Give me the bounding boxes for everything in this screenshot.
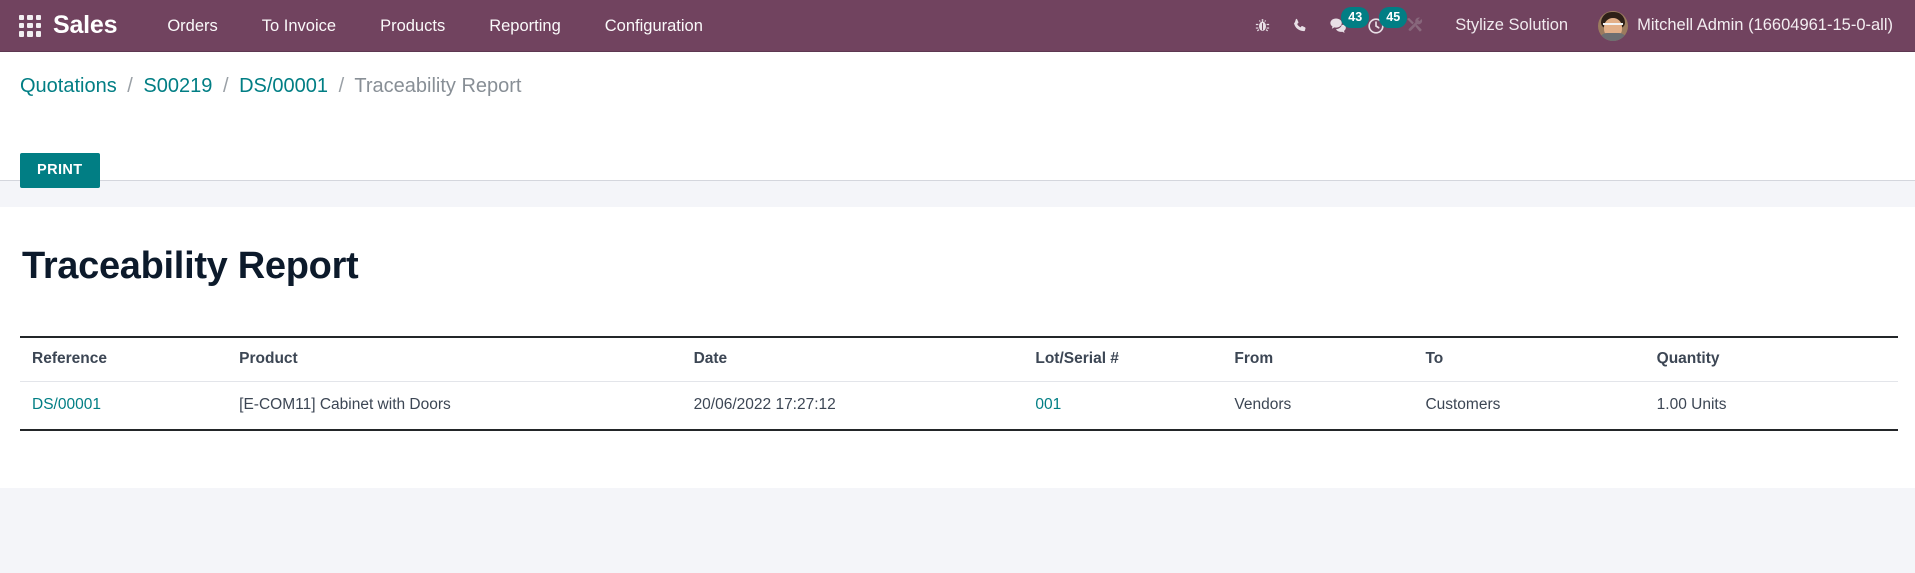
breadcrumb-separator: / — [127, 75, 133, 97]
breadcrumb-item-traceability-report: Traceability Report — [354, 75, 522, 97]
lot-serial-link[interactable]: 001 — [1035, 396, 1061, 413]
traceability-table: Reference Product Date Lot/Serial # From… — [20, 336, 1898, 431]
cell-to: Customers — [1425, 381, 1657, 431]
user-menu[interactable]: Mitchell Admin (16604961-15-0-all) — [1584, 10, 1899, 41]
breadcrumb: Quotations / S00219 / DS/00001 / Traceab… — [0, 52, 1915, 99]
page-footer-area — [0, 488, 1915, 573]
column-header-reference: Reference — [20, 336, 240, 382]
breadcrumb-separator: / — [338, 75, 345, 97]
cell-from: Vendors — [1234, 381, 1426, 431]
report-sheet: Traceability Report Reference Product Da… — [0, 207, 1915, 488]
cell-quantity: 1.00 Units — [1656, 381, 1898, 431]
column-header-from: From — [1234, 336, 1426, 382]
phone-icon[interactable] — [1281, 0, 1319, 52]
table-header: Reference Product Date Lot/Serial # From… — [20, 336, 1898, 382]
cell-date: 20/06/2022 17:27:12 — [693, 381, 1036, 431]
column-header-date: Date — [693, 336, 1036, 382]
menu-item-reporting[interactable]: Reporting — [467, 0, 583, 52]
column-header-product: Product — [239, 336, 694, 382]
page-title: Traceability Report — [22, 245, 359, 287]
breadcrumb-item-quotations[interactable]: Quotations — [20, 75, 117, 97]
activity-clock-icon[interactable]: 45 — [1357, 0, 1408, 52]
apps-grid-icon[interactable] — [19, 14, 41, 37]
bug-icon[interactable] — [1243, 0, 1281, 52]
cell-lot-serial: 001 — [1035, 381, 1235, 431]
breadcrumb-separator: / — [222, 75, 229, 97]
breadcrumb-item-ds-00001[interactable]: DS/00001 — [239, 75, 328, 97]
breadcrumb-item-s00219[interactable]: S00219 — [143, 75, 212, 97]
menu-item-products[interactable]: Products — [358, 0, 467, 52]
control-panel: Quotations / S00219 / DS/00001 / Traceab… — [0, 52, 1915, 188]
main-menu: Orders To Invoice Products Reporting Con… — [145, 0, 725, 52]
menu-item-to-invoice[interactable]: To Invoice — [240, 0, 358, 52]
menu-item-configuration[interactable]: Configuration — [583, 0, 725, 52]
print-button[interactable]: PRINT — [20, 153, 100, 188]
column-header-lot-serial: Lot/Serial # — [1035, 336, 1235, 382]
tools-icon[interactable] — [1395, 0, 1433, 52]
panel-divider-band — [0, 180, 1915, 207]
user-avatar — [1598, 10, 1629, 41]
column-header-to: To — [1425, 336, 1657, 382]
cell-reference: DS/00001 — [20, 381, 240, 431]
table-header-row: Reference Product Date Lot/Serial # From… — [20, 336, 1898, 382]
messages-icon[interactable]: 43 — [1319, 0, 1370, 52]
reference-link[interactable]: DS/00001 — [32, 396, 101, 413]
navbar-right-tools: 43 45 Stylize Solution Mitchell Admin (1… — [1243, 0, 1915, 52]
cell-product: [E-COM11] Cabinet with Doors — [239, 381, 694, 431]
top-navbar: Sales Orders To Invoice Products Reporti… — [0, 0, 1915, 52]
column-header-quantity: Quantity — [1656, 336, 1898, 382]
menu-item-orders[interactable]: Orders — [145, 0, 239, 52]
table-body: DS/00001 [E-COM11] Cabinet with Doors 20… — [20, 381, 1898, 431]
user-name-label: Mitchell Admin (16604961-15-0-all) — [1637, 16, 1893, 34]
company-switcher[interactable]: Stylize Solution — [1433, 16, 1584, 35]
table-row: DS/00001 [E-COM11] Cabinet with Doors 20… — [20, 381, 1898, 431]
app-brand-sales[interactable]: Sales — [53, 11, 118, 40]
